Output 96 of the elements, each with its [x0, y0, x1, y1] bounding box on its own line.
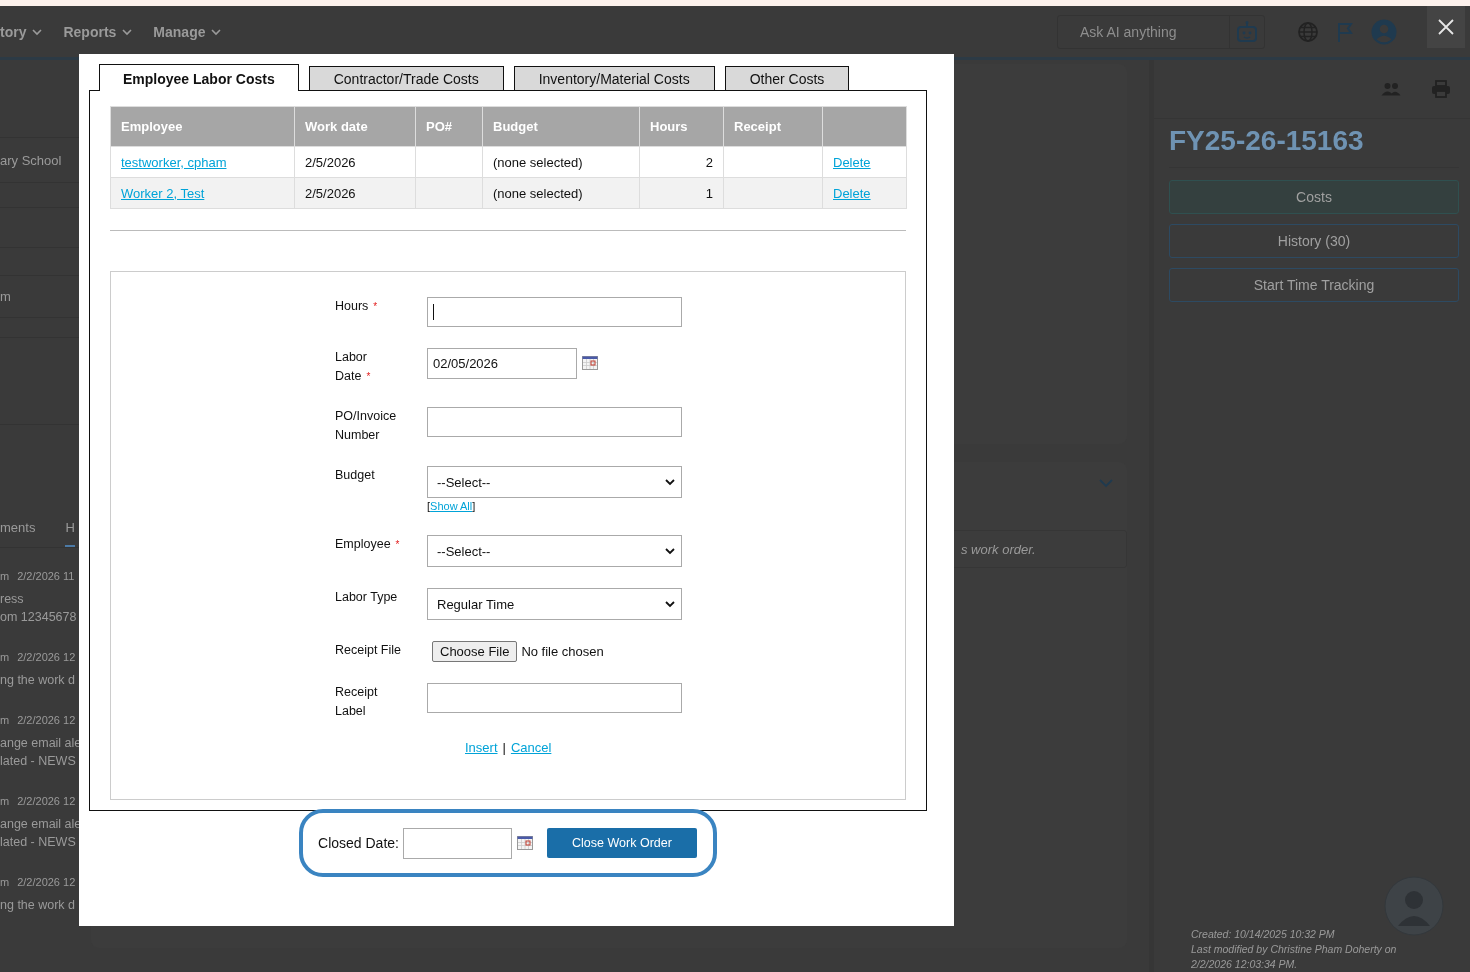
closed-date-field[interactable]	[402, 827, 512, 859]
table-cell: 2/5/2026	[294, 146, 416, 178]
activity-text: lated - NEWS	[0, 753, 77, 770]
notice-text: s work order.	[961, 541, 1036, 557]
text-field[interactable]	[427, 407, 682, 437]
calendar-icon[interactable]	[582, 356, 598, 370]
delete-link[interactable]: Delete	[833, 185, 871, 201]
author-name: m	[0, 713, 10, 728]
insert-link[interactable]: Insert	[465, 740, 498, 755]
cancel-link[interactable]: Cancel	[510, 740, 552, 755]
column-header: PO#	[415, 106, 483, 147]
tab[interactable]: Employee Labor Costs	[99, 64, 299, 91]
timestamp: 2/2/2026 12	[17, 875, 76, 890]
column-header: Work date	[294, 106, 416, 147]
timestamp: 2/2/2026 12	[17, 650, 76, 665]
work-order-title: FY25-26-15163	[1169, 119, 1459, 168]
field-label: Labor Date *	[335, 349, 372, 385]
select-field[interactable]: --Select--	[427, 535, 682, 567]
column-header: Budget	[482, 106, 640, 147]
date-field[interactable]: 02/05/2026	[427, 348, 577, 379]
employee-link[interactable]: Worker 2, Test	[121, 185, 205, 201]
tab[interactable]: H	[65, 520, 75, 547]
required-mark: *	[395, 539, 400, 550]
activity-text: lated - NEWS	[0, 834, 77, 851]
chevron-down-icon	[664, 546, 676, 556]
column-header: Hours	[639, 106, 724, 147]
list-item[interactable]: m	[0, 289, 11, 304]
chevron-down-icon	[1099, 478, 1113, 488]
modified-text: Last modified by Christine Pham Doherty on 2/2/2026 12:03:34 PM.	[1191, 942, 1398, 972]
table-cell	[415, 146, 483, 178]
close-work-order-button[interactable]: Close Work Order	[546, 828, 697, 858]
required-mark: *	[366, 371, 371, 382]
field-label: Receipt Label	[335, 684, 379, 720]
table-cell: 2/5/2026	[294, 177, 416, 209]
employee-link[interactable]: testworker, cpham	[121, 154, 227, 170]
column-header: Receipt	[723, 106, 823, 147]
field-label: Budget	[335, 467, 376, 484]
text-field[interactable]	[427, 683, 682, 713]
field-label: Labor Type	[335, 589, 399, 606]
nav-menu[interactable]: tory	[0, 23, 44, 40]
author-name: m	[0, 650, 10, 665]
bracket-text: [	[427, 500, 431, 512]
tab[interactable]: Other Costs	[724, 66, 850, 90]
tab[interactable]: ments	[0, 520, 36, 547]
timestamp: 2/2/2026 12	[17, 713, 76, 728]
print-icon[interactable]	[1431, 80, 1451, 98]
author-name: m	[0, 569, 10, 584]
activity-text: ress	[0, 591, 25, 608]
delete-link[interactable]: Delete	[833, 154, 871, 170]
chevron-down-icon	[121, 26, 134, 37]
table-cell	[415, 177, 483, 209]
text-field[interactable]	[427, 297, 682, 327]
people-icon[interactable]	[1381, 82, 1401, 96]
table-cell: 1	[639, 177, 724, 209]
activity-text: om 12345678	[0, 609, 78, 626]
select-field[interactable]: --Select--	[427, 466, 682, 498]
closed-date-label: Closed Date:	[318, 835, 399, 851]
tab[interactable]: Contractor/Trade Costs	[308, 66, 504, 90]
created-text: Created: 10/14/2025 10:32 PM	[1191, 927, 1336, 942]
calendar-icon[interactable]	[516, 836, 533, 850]
table-cell: 2	[639, 146, 724, 178]
globe-icon[interactable]	[1297, 20, 1319, 43]
chevron-down-icon	[664, 477, 676, 487]
nav-menu[interactable]: Manage	[153, 23, 223, 40]
bracket-text: ]	[472, 500, 476, 512]
tab[interactable]: Inventory/Material Costs	[513, 66, 715, 90]
separator-text: |	[502, 740, 506, 755]
activity-text: ng the work d	[0, 672, 77, 689]
author-name: m	[0, 794, 10, 809]
ai-search-field[interactable]: Ask AI anything	[1057, 14, 1265, 49]
chevron-down-icon	[31, 26, 44, 37]
field-label: PO/Invoice Number	[335, 408, 398, 444]
field-label: Hours *	[335, 298, 379, 315]
panel-button[interactable]: Start Time Tracking	[1169, 268, 1459, 302]
robot-icon	[1235, 19, 1259, 44]
chevron-down-icon	[210, 26, 223, 37]
file-status: No file chosen	[521, 644, 604, 659]
author-name: m	[0, 875, 10, 890]
table-cell: (none selected)	[482, 146, 640, 178]
close-button[interactable]	[1427, 6, 1465, 48]
required-mark: *	[373, 301, 378, 312]
field-label: Employee *	[335, 536, 401, 553]
choose-file-button[interactable]: Choose File	[432, 641, 518, 662]
panel-button[interactable]: Costs	[1169, 180, 1459, 214]
column-header: Employee	[110, 106, 295, 147]
panel-button[interactable]: History (30)	[1169, 224, 1459, 258]
field-label: Receipt File	[335, 642, 402, 659]
nav-menu[interactable]: Reports	[63, 23, 134, 40]
chevron-down-icon	[664, 599, 676, 609]
select-field[interactable]: Regular Time	[427, 588, 682, 620]
timestamp: 2/2/2026 11	[17, 569, 75, 584]
activity-text: ng the work d	[0, 897, 77, 914]
list-item[interactable]: ary School	[0, 152, 62, 168]
timestamp: 2/2/2026 12	[17, 794, 76, 809]
close-icon	[1438, 19, 1454, 35]
table-cell: (none selected)	[482, 177, 640, 209]
